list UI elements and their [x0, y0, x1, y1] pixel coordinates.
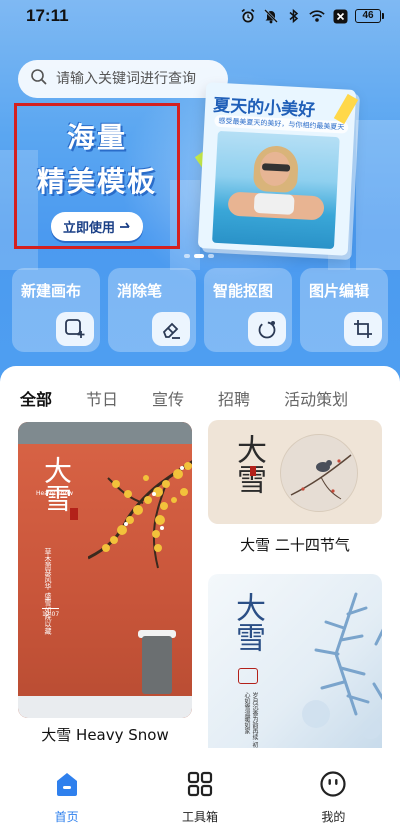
template-card-snow-crystal[interactable]: 大雪 岁月沉香为韵再续 初心如雪温暖如家	[208, 574, 382, 748]
stone-lantern-image	[142, 636, 172, 694]
status-time: 17:11	[26, 6, 69, 25]
use-now-button[interactable]: 立即使用	[50, 212, 143, 241]
tool-smart-cutout[interactable]: 智能抠图	[204, 268, 292, 352]
use-now-label: 立即使用	[62, 221, 115, 236]
nav-label: 工具箱	[181, 810, 218, 824]
seal-stamp	[250, 466, 256, 476]
banner-title-line2: 精美模板	[36, 165, 157, 198]
tool-grid: 新建画布 消除笔 智能抠图 图片编辑	[12, 268, 388, 352]
template-sheet: 全部 节日 宣传 招聘 活动策划 大雪 Heavy Snow 草木萧瑟风华 盛雪…	[0, 366, 400, 756]
category-tabs: 全部 节日 宣传 招聘 活动策划	[20, 386, 382, 410]
tab-recruitment[interactable]: 招聘	[218, 386, 250, 410]
template-caption: 大雪 Heavy Snow	[41, 726, 169, 744]
tab-promotion[interactable]: 宣传	[152, 386, 184, 410]
close-box-icon	[332, 8, 348, 24]
seal-stamp	[238, 668, 258, 684]
template-card-solar-term[interactable]: 大雪	[208, 420, 382, 524]
template-poem: 岁月沉香为韵再续 初心如雪温暖如家	[243, 692, 258, 748]
tool-label: 消除笔	[117, 282, 163, 300]
plum-branch-image	[88, 460, 192, 569]
new-canvas-icon	[56, 312, 94, 346]
bluetooth-icon	[286, 8, 302, 24]
search-icon	[30, 68, 48, 90]
nav-toolbox[interactable]: 工具箱	[133, 756, 266, 834]
smiley-icon	[319, 770, 347, 802]
carousel-indicator	[184, 254, 214, 258]
bird-branch-image	[280, 434, 358, 512]
template-title: 大雪	[230, 592, 265, 652]
template-caption: 大雪 二十四节气	[240, 536, 350, 554]
template-title: 大雪	[231, 434, 266, 494]
nav-home[interactable]: 首页	[0, 756, 133, 834]
home-icon	[53, 770, 81, 802]
template-date: 12·07	[42, 608, 60, 618]
summer-photo	[212, 130, 340, 250]
nav-profile[interactable]: 我的	[267, 756, 400, 834]
crop-rotate-icon	[344, 312, 382, 346]
template-subtitle: Heavy Snow	[36, 490, 74, 497]
carousel-dot	[208, 254, 214, 258]
battery-icon: 46	[355, 9, 384, 23]
mute-icon	[263, 8, 279, 24]
tool-label: 图片编辑	[309, 282, 370, 300]
carousel-dot	[184, 254, 190, 258]
wifi-icon	[309, 8, 325, 24]
banner-template-card[interactable]: 夏天的小美好 感受最美夏天的美好，与你相约最美夏天	[197, 82, 357, 256]
bottom-navigation: 首页 工具箱 我的	[0, 756, 400, 834]
seal-stamp	[70, 508, 78, 520]
nav-label: 首页	[54, 810, 79, 824]
tool-image-edit[interactable]: 图片编辑	[300, 268, 388, 352]
alarm-icon	[240, 8, 256, 24]
smart-cutout-icon	[248, 312, 286, 346]
nav-label: 我的	[321, 810, 346, 824]
tool-label: 智能抠图	[213, 282, 274, 300]
tab-all[interactable]: 全部	[20, 386, 52, 410]
battery-level: 46	[355, 9, 381, 23]
banner-title-line1: 海量	[66, 121, 127, 154]
tool-label: 新建画布	[21, 282, 82, 300]
search-input[interactable]	[56, 71, 216, 87]
arrow-right-icon	[119, 219, 131, 234]
search-bar[interactable]	[18, 60, 228, 98]
banner-promo[interactable]: 海量 精美模板 立即使用	[14, 103, 180, 249]
eraser-icon	[152, 312, 190, 346]
ice-crystal-image	[302, 592, 382, 739]
tab-festival[interactable]: 节日	[86, 386, 118, 410]
tool-eraser[interactable]: 消除笔	[108, 268, 196, 352]
template-title: 大雪	[40, 456, 73, 512]
tool-new-canvas[interactable]: 新建画布	[12, 268, 100, 352]
tab-event-planning[interactable]: 活动策划	[284, 386, 348, 410]
grid-icon	[186, 770, 214, 802]
carousel-dot-active	[194, 254, 204, 258]
template-poem: 草木萧瑟风华 盛雪如院以藏	[44, 548, 52, 635]
template-card-heavy-snow[interactable]: 大雪 Heavy Snow 草木萧瑟风华 盛雪如院以藏 12·07	[18, 422, 192, 718]
status-bar: 17:11 46	[0, 0, 400, 32]
